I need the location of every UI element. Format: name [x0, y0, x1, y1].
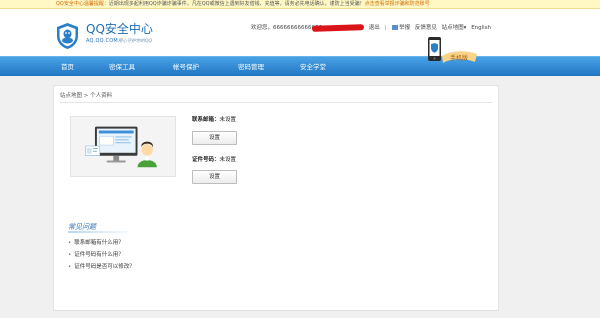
faq-underline: [68, 231, 134, 233]
report-link[interactable]: 举报: [399, 25, 410, 31]
logout-link[interactable]: 退出: [369, 23, 380, 33]
faq-item-email[interactable]: 联系邮箱有什么用？: [68, 237, 135, 249]
nav-item-account-protection[interactable]: 帐号保护: [173, 57, 199, 77]
promo-label: 手机版: [450, 54, 468, 62]
sitemap-link[interactable]: 站点地图: [442, 23, 464, 33]
notice-bar: QQ安全中心温馨提醒：近期出现多起利用QQ诈骗诈骗事件，凡在QQ或微信上遇到好友…: [0, 0, 600, 9]
shield-logo-icon: [57, 23, 78, 49]
logo-url: AQ.QQ.COM: [86, 38, 118, 44]
nav-item-password-management[interactable]: 密码管理: [238, 57, 264, 77]
profile-illustration: [70, 116, 176, 177]
faq-item-id[interactable]: 证件号码有什么用？: [68, 249, 135, 261]
email-field-label: 联系邮箱：未设置: [192, 117, 237, 123]
mobile-promo[interactable]: 手机版: [425, 36, 480, 74]
id-field-label: 证件号码：未设置: [192, 157, 237, 163]
report-icon: [392, 25, 399, 30]
set-email-button[interactable]: 设置: [192, 131, 237, 145]
separator: |: [384, 25, 387, 31]
logo-title[interactable]: QQ安全中心: [86, 22, 153, 36]
divider: [60, 102, 492, 103]
breadcrumb: 站点地图 > 个人资料: [60, 91, 112, 99]
nav-item-security-tools[interactable]: 密保工具: [109, 57, 135, 77]
feedback-link[interactable]: 反馈意见: [415, 23, 437, 33]
email-field-value: 未设置: [219, 117, 237, 123]
nav-item-home[interactable]: 首页: [61, 57, 74, 77]
language-link[interactable]: English: [471, 23, 491, 33]
content-panel: 站点地图 > 个人资料 联系邮箱：未设置 设置 证件号码：未设置 设置 常见问题…: [53, 85, 499, 311]
nav-item-security-school[interactable]: 安全学堂: [300, 57, 326, 77]
faq-item-id-modify[interactable]: 证件号码是否可以修改？: [68, 261, 135, 273]
notice-link[interactable]: 点击查看举报诈骗和防范账号: [365, 1, 430, 7]
breadcrumb-separator: >: [83, 93, 89, 99]
chevron-down-icon: ▾: [463, 25, 467, 31]
main-nav: 首页 密保工具 帐号保护 密码管理 安全学堂: [0, 56, 600, 76]
breadcrumb-root[interactable]: 站点地图: [60, 93, 82, 99]
redaction-scribble: [311, 23, 365, 32]
breadcrumb-current: 个人资料: [90, 93, 113, 99]
notice-text: 近期出现多起利用QQ诈骗诈骗事件，凡在QQ或微信上遇到好友借钱、充值等，请务必先…: [108, 1, 365, 7]
logo-slogan: 用心守护你的QQ: [118, 39, 153, 44]
header: QQ安全中心 AQ.QQ.COM 用心守护你的QQ 欢迎您，6666666666…: [0, 9, 600, 56]
set-id-button[interactable]: 设置: [192, 170, 237, 184]
user-bar: 欢迎您，66666666666666 退出 | 举报 反馈意见 站点地图▾ En…: [248, 23, 491, 33]
id-field-value: 未设置: [219, 157, 237, 163]
notice-label: QQ安全中心温馨提醒：: [56, 1, 109, 7]
faq-list: 联系邮箱有什么用？ 证件号码有什么用？ 证件号码是否可以修改？: [68, 237, 135, 273]
